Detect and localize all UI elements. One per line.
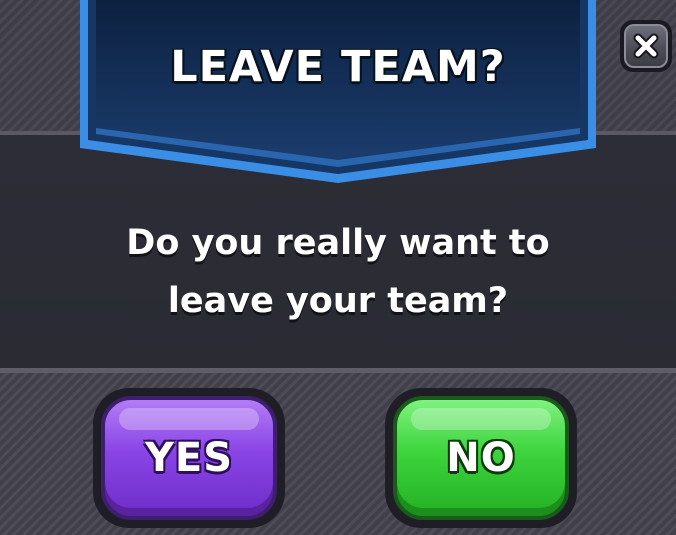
yes-button-face: YES	[101, 396, 277, 520]
confirmation-message: Do you really want to leave your team?	[60, 214, 616, 330]
message-line-1: Do you really want to	[126, 223, 550, 263]
no-button-face: NO	[393, 396, 569, 520]
close-x-icon	[624, 24, 668, 68]
yes-button[interactable]: YES	[93, 388, 285, 528]
close-button[interactable]	[620, 20, 672, 72]
leave-team-dialog: LEAVE TEAM? Do you really want to leave …	[0, 0, 676, 535]
dialog-title: LEAVE TEAM?	[170, 42, 506, 92]
title-banner	[80, 0, 596, 185]
message-line-2: leave your team?	[167, 281, 509, 321]
no-button[interactable]: NO	[385, 388, 577, 528]
yes-button-label: YES	[144, 435, 234, 481]
no-button-label: NO	[446, 435, 516, 481]
